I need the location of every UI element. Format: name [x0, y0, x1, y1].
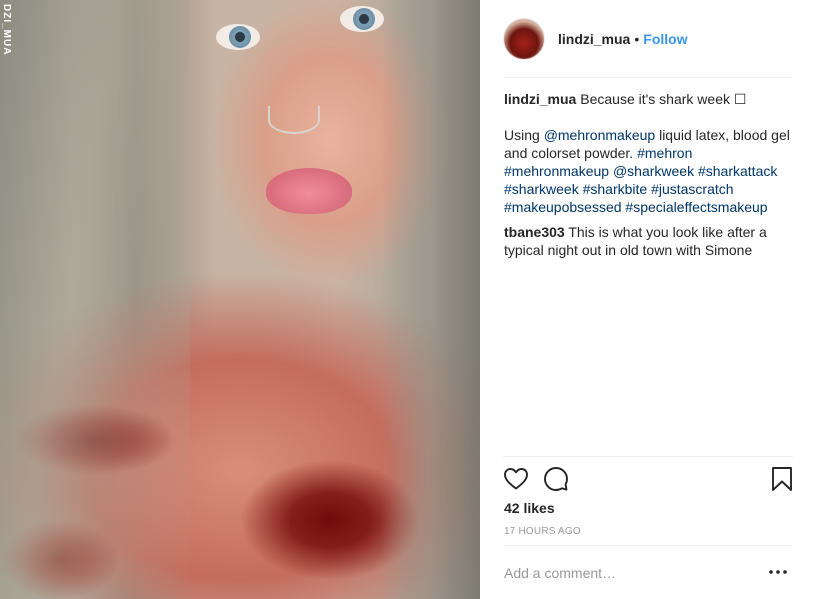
header-separator: •	[634, 31, 640, 47]
comment-divider	[503, 545, 793, 546]
hashtag-mehron[interactable]: #mehron	[637, 145, 692, 161]
avatar[interactable]	[503, 18, 545, 60]
follow-button[interactable]: Follow	[643, 31, 687, 47]
hashtag-sharkweek[interactable]: #sharkweek	[504, 181, 579, 197]
caption: lindzi_mua Because it's shark week ☐	[504, 90, 794, 108]
caption-intro: Because it's shark week	[580, 91, 730, 107]
post-header: lindzi_mua • Follow	[503, 16, 793, 62]
post-photo[interactable]: DZI_MUA	[0, 0, 480, 599]
likes-count[interactable]: 42 likes	[504, 500, 555, 516]
photo-lips	[266, 168, 352, 214]
hashtag-sharkattack[interactable]: #sharkattack	[698, 163, 777, 179]
comment-username[interactable]: tbane303	[504, 224, 565, 240]
header-divider	[503, 77, 793, 78]
hashtag-sharkbite[interactable]: #sharkbite	[583, 181, 648, 197]
actions-divider	[503, 456, 793, 457]
speech-bubble-icon[interactable]	[543, 466, 569, 492]
caption-body: Using @mehronmakeup liquid latex, blood …	[504, 126, 794, 216]
hashtag-makeupobsessed[interactable]: #makeupobsessed	[504, 199, 622, 215]
comment-item: tbane303 This is what you look like afte…	[504, 223, 794, 259]
action-bar	[503, 466, 793, 494]
hashtag-specialeffectsmakeup[interactable]: #specialeffectsmakeup	[625, 199, 767, 215]
mention-sharkweek[interactable]: @sharkweek	[613, 163, 694, 179]
hashtag-justascratch[interactable]: #justascratch	[651, 181, 733, 197]
hashtag-mehronmakeup[interactable]: #mehronmakeup	[504, 163, 609, 179]
caption-body-prefix: Using	[504, 127, 540, 143]
post-timestamp[interactable]: 17 HOURS AGO	[504, 526, 581, 537]
photo-nose-ring	[268, 106, 320, 134]
photo-watermark: DZI_MUA	[1, 4, 12, 56]
header-username[interactable]: lindzi_mua	[558, 31, 630, 47]
photo-hair-left	[0, 0, 190, 599]
mention-mehronmakeup[interactable]: @mehronmakeup	[544, 127, 656, 143]
caption-username[interactable]: lindzi_mua	[504, 91, 576, 107]
ellipsis-icon[interactable]	[768, 565, 788, 579]
post-side-panel: lindzi_mua • Follow lindzi_mua Because i…	[481, 0, 813, 599]
photo-hair-right	[380, 0, 480, 599]
photo-right-eye	[340, 6, 384, 32]
heart-icon[interactable]	[503, 466, 529, 492]
add-comment-input[interactable]	[504, 562, 744, 584]
photo-left-eye	[216, 24, 260, 50]
bookmark-icon[interactable]	[769, 466, 795, 492]
caption-emoji: ☐	[733, 91, 747, 107]
comments-section: lindzi_mua Because it's shark week ☐ Usi…	[504, 90, 794, 259]
